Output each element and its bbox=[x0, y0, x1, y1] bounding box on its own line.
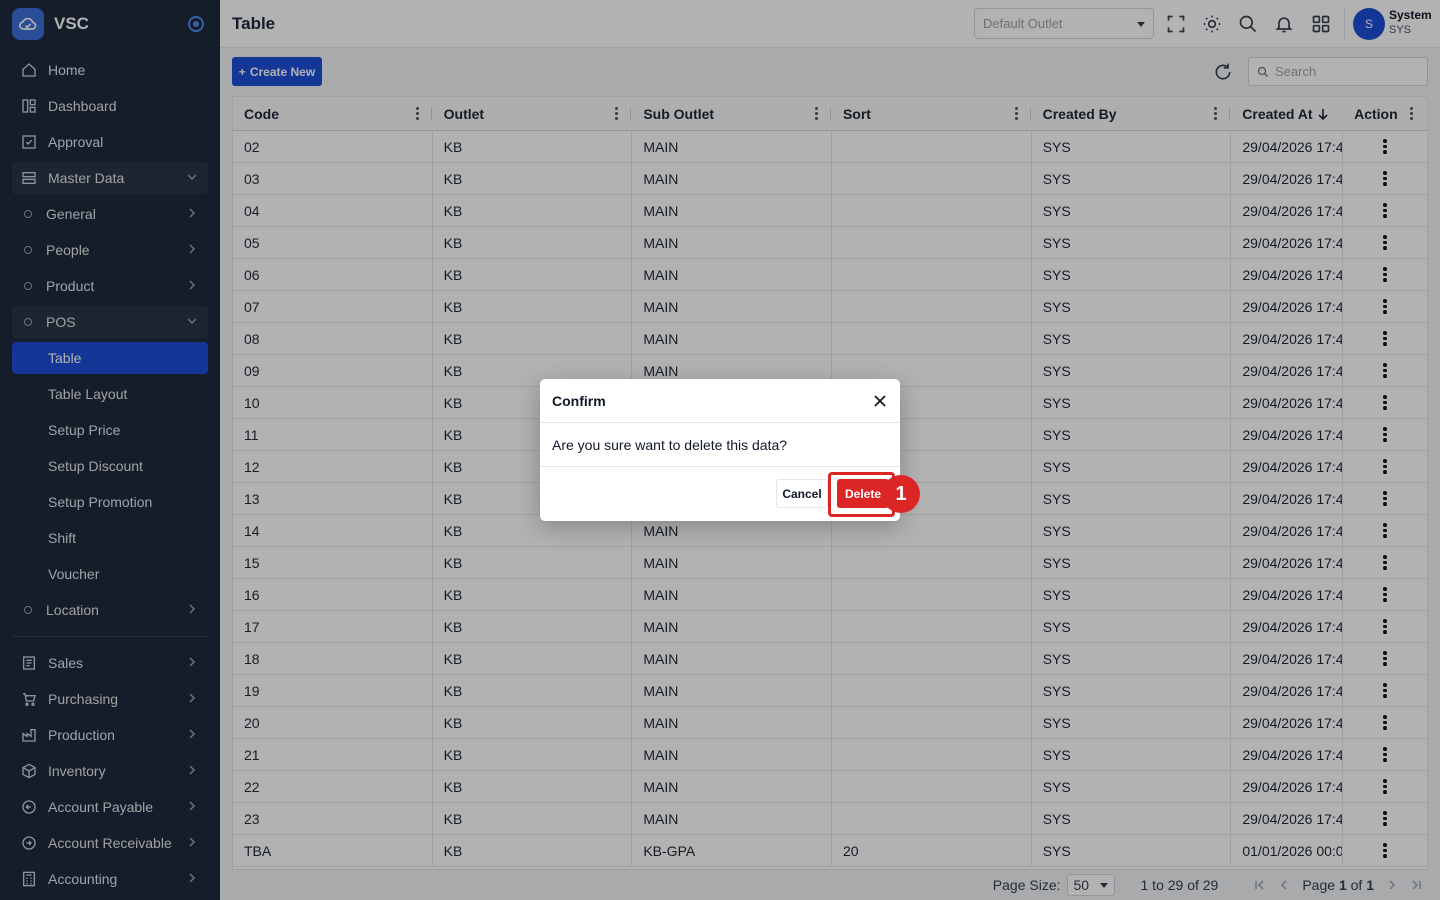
close-icon[interactable] bbox=[874, 395, 886, 407]
dialog-title: Confirm bbox=[552, 392, 606, 409]
cancel-button[interactable]: Cancel bbox=[776, 479, 828, 508]
dialog-message: Are you sure want to delete this data? bbox=[552, 436, 788, 453]
step-badge: 1 bbox=[882, 475, 920, 513]
dialog-body: Are you sure want to delete this data? bbox=[540, 423, 900, 467]
dialog-header: Confirm bbox=[540, 379, 900, 423]
